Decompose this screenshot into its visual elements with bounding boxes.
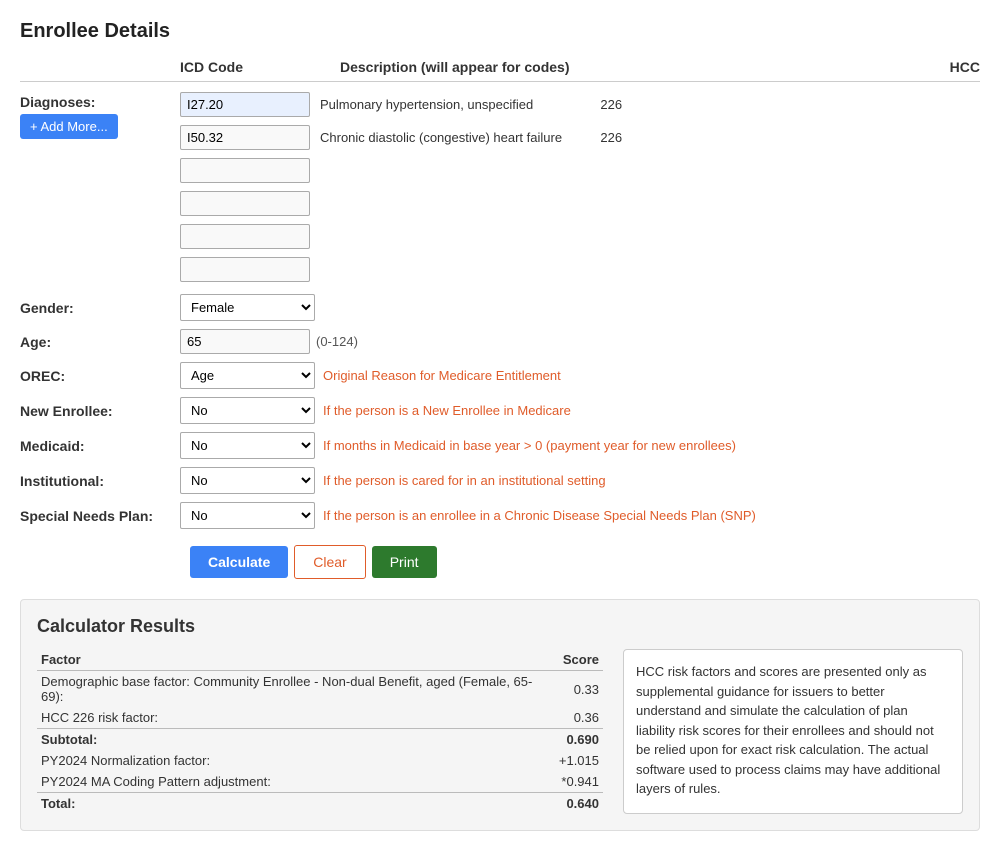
print-button[interactable]: Print (372, 546, 437, 578)
results-row-subtotal: Subtotal: 0.690 (37, 729, 603, 751)
results-section: Calculator Results Factor Score Demograp… (20, 599, 980, 831)
add-more-button[interactable]: + Add More... (20, 114, 118, 139)
results-note: HCC risk factors and scores are presente… (623, 649, 963, 814)
results-factor-3: PY2024 Normalization factor: (37, 750, 555, 771)
medicaid-select[interactable]: No Yes (180, 432, 315, 459)
results-table: Factor Score Demographic base factor: Co… (37, 649, 603, 814)
description-header: Description (will appear for codes) (330, 59, 920, 75)
results-score-header: Score (555, 649, 603, 671)
orec-hint: Original Reason for Medicare Entitlement (323, 368, 561, 383)
age-hint: (0-124) (316, 334, 358, 349)
age-input[interactable] (180, 329, 310, 354)
icd-code-header: ICD Code (180, 59, 330, 75)
orec-select[interactable]: Age Disability ESRD ESRD and Disability (180, 362, 315, 389)
diag-hcc-1: 226 (562, 130, 622, 145)
results-factor-1: HCC 226 risk factor: (37, 707, 555, 729)
gender-row: Gender: Female Male (20, 294, 980, 321)
results-factor-header: Factor (37, 649, 555, 671)
medicaid-hint: If months in Medicaid in base year > 0 (… (323, 438, 736, 453)
diag-desc-1: Chronic diastolic (congestive) heart fai… (320, 130, 562, 145)
orec-row: OREC: Age Disability ESRD ESRD and Disab… (20, 362, 980, 389)
results-score-1: 0.36 (555, 707, 603, 729)
diagnoses-label: Diagnoses: (20, 90, 180, 110)
results-row-0: Demographic base factor: Community Enrol… (37, 671, 603, 708)
action-buttons: Calculate Clear Print (20, 545, 980, 579)
new-enrollee-select[interactable]: No Yes (180, 397, 315, 424)
page-title: Enrollee Details (20, 20, 980, 43)
results-factor-total: Total: (37, 793, 555, 815)
new-enrollee-label: New Enrollee: (20, 403, 180, 419)
new-enrollee-row: New Enrollee: No Yes If the person is a … (20, 397, 980, 424)
gender-label: Gender: (20, 300, 180, 316)
new-enrollee-hint: If the person is a New Enrollee in Medic… (323, 403, 571, 418)
institutional-select[interactable]: No Yes (180, 467, 315, 494)
special-needs-hint: If the person is an enrollee in a Chroni… (323, 508, 756, 523)
diagnosis-entry-2 (180, 158, 622, 183)
calculate-button[interactable]: Calculate (190, 546, 288, 578)
special-needs-row: Special Needs Plan: No Yes If the person… (20, 502, 980, 529)
icd-input-3[interactable] (180, 191, 310, 216)
icd-input-0[interactable] (180, 92, 310, 117)
icd-inputs-block: Pulmonary hypertension, unspecified 226 … (180, 92, 622, 286)
results-row-4: PY2024 MA Coding Pattern adjustment: *0.… (37, 771, 603, 793)
results-score-subtotal: 0.690 (555, 729, 603, 751)
diag-desc-0: Pulmonary hypertension, unspecified (320, 97, 562, 112)
special-needs-select[interactable]: No Yes (180, 502, 315, 529)
hcc-header: HCC (920, 59, 980, 75)
results-title: Calculator Results (37, 616, 963, 637)
results-layout: Factor Score Demographic base factor: Co… (37, 649, 963, 814)
results-factor-4: PY2024 MA Coding Pattern adjustment: (37, 771, 555, 793)
clear-button[interactable]: Clear (294, 545, 365, 579)
diagnosis-entry-3 (180, 191, 622, 216)
results-score-3: +1.015 (555, 750, 603, 771)
icd-input-4[interactable] (180, 224, 310, 249)
diagnosis-entry-4 (180, 224, 622, 249)
institutional-hint: If the person is cared for in an institu… (323, 473, 606, 488)
icd-input-5[interactable] (180, 257, 310, 282)
table-header: ICD Code Description (will appear for co… (20, 59, 980, 82)
medicaid-label: Medicaid: (20, 438, 180, 454)
results-score-4: *0.941 (555, 771, 603, 793)
gender-select[interactable]: Female Male (180, 294, 315, 321)
diagnosis-entry-5 (180, 257, 622, 282)
results-factor-0: Demographic base factor: Community Enrol… (37, 671, 555, 708)
medicaid-row: Medicaid: No Yes If months in Medicaid i… (20, 432, 980, 459)
icd-input-2[interactable] (180, 158, 310, 183)
special-needs-label: Special Needs Plan: (20, 508, 180, 524)
results-score-0: 0.33 (555, 671, 603, 708)
results-row-1: HCC 226 risk factor: 0.36 (37, 707, 603, 729)
icd-input-1[interactable] (180, 125, 310, 150)
age-row: Age: (0-124) (20, 329, 980, 354)
institutional-label: Institutional: (20, 473, 180, 489)
results-row-total: Total: 0.640 (37, 793, 603, 815)
age-label: Age: (20, 334, 180, 350)
results-factor-subtotal: Subtotal: (37, 729, 555, 751)
results-row-3: PY2024 Normalization factor: +1.015 (37, 750, 603, 771)
diagnosis-entry-1: Chronic diastolic (congestive) heart fai… (180, 125, 622, 150)
diagnoses-section: Diagnoses: + Add More... Pulmonary hyper… (20, 90, 980, 286)
results-score-total: 0.640 (555, 793, 603, 815)
diagnosis-entry-0: Pulmonary hypertension, unspecified 226 (180, 92, 622, 117)
results-table-wrap: Factor Score Demographic base factor: Co… (37, 649, 603, 814)
diag-hcc-0: 226 (562, 97, 622, 112)
orec-label: OREC: (20, 368, 180, 384)
institutional-row: Institutional: No Yes If the person is c… (20, 467, 980, 494)
